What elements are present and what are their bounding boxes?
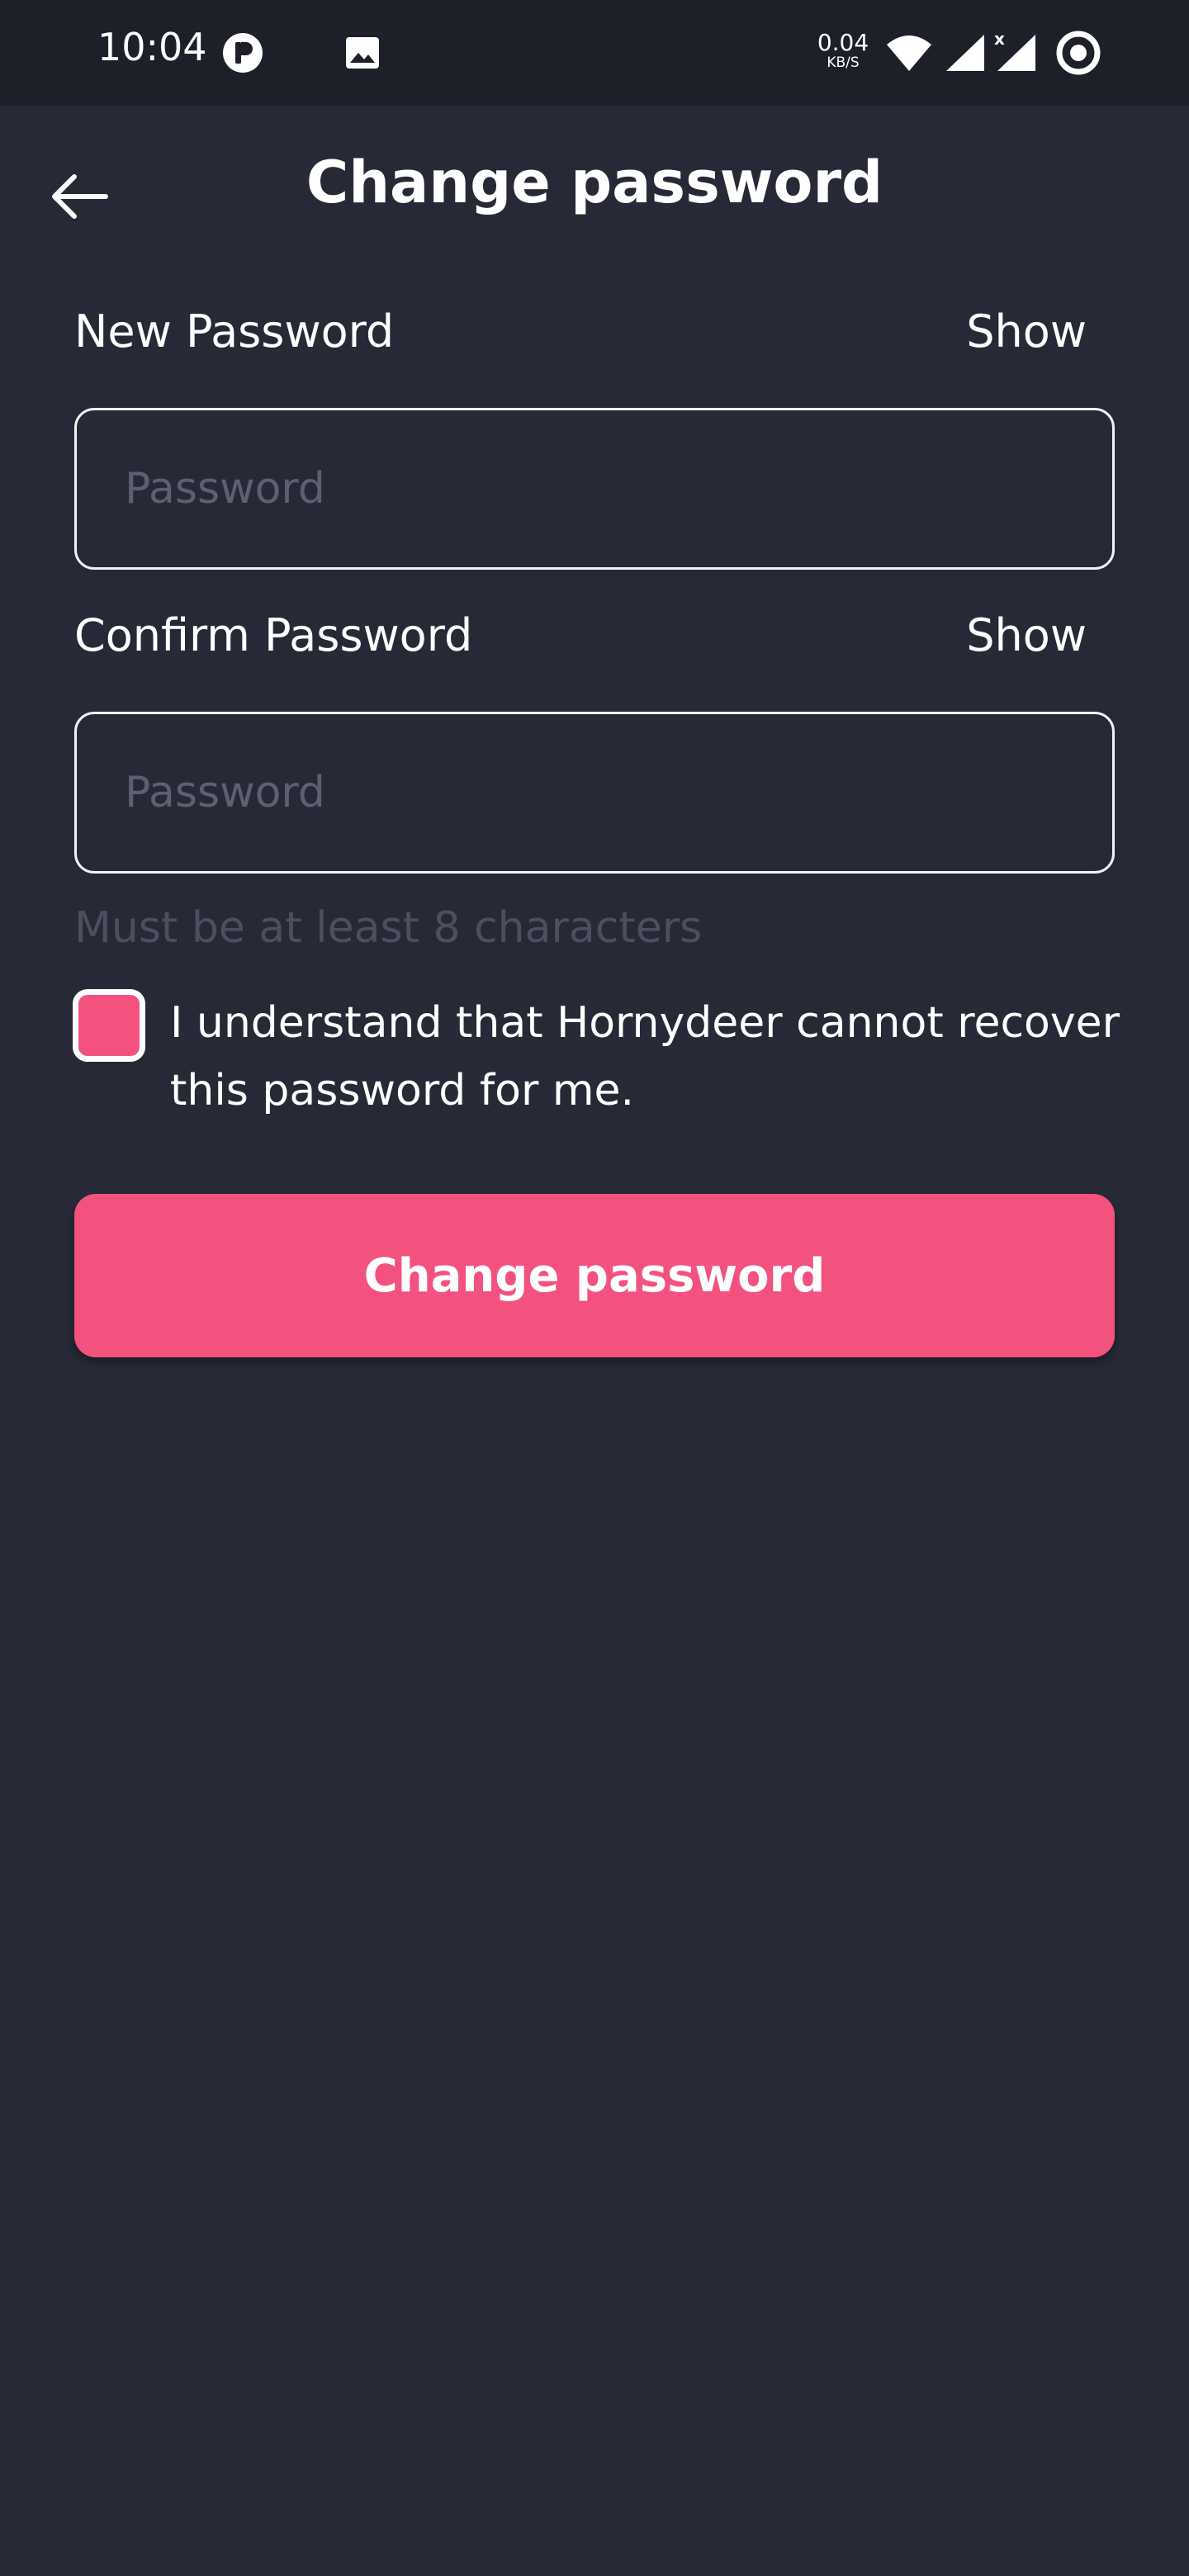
acknowledge-checkbox[interactable] (73, 989, 145, 1062)
status-time: 10:04 (97, 25, 207, 69)
net-speed-value: 0.04 (817, 29, 869, 56)
target-icon (1056, 31, 1101, 75)
status-bar: 10:04 0.04 KB/S x (0, 0, 1189, 106)
app-bar: Change password (0, 106, 1189, 264)
new-password-label: New Password (74, 305, 395, 358)
new-password-input[interactable] (77, 410, 1112, 567)
change-password-button[interactable]: Change password (74, 1194, 1115, 1357)
acknowledge-label[interactable]: I understand that Hornydeer cannot recov… (170, 989, 1128, 1125)
password-hint: Must be at least 8 characters (74, 903, 703, 953)
page-title: Change password (306, 149, 883, 216)
confirm-password-label: Confirm Password (74, 609, 473, 661)
signal-no-service-icon: x (994, 30, 1035, 71)
image-icon (346, 37, 379, 69)
net-speed: 0.04 KB/S (814, 31, 872, 70)
signal-icon (946, 35, 984, 71)
new-password-show-button[interactable]: Show (966, 305, 1087, 358)
wifi-icon (887, 36, 931, 71)
confirm-password-input[interactable] (77, 714, 1112, 871)
net-speed-unit: KB/S (827, 54, 860, 71)
new-password-field[interactable] (74, 408, 1115, 570)
svg-text:x: x (994, 30, 1005, 49)
app-notification-icon (223, 33, 263, 73)
confirm-password-show-button[interactable]: Show (966, 609, 1087, 661)
confirm-password-field[interactable] (74, 712, 1115, 874)
